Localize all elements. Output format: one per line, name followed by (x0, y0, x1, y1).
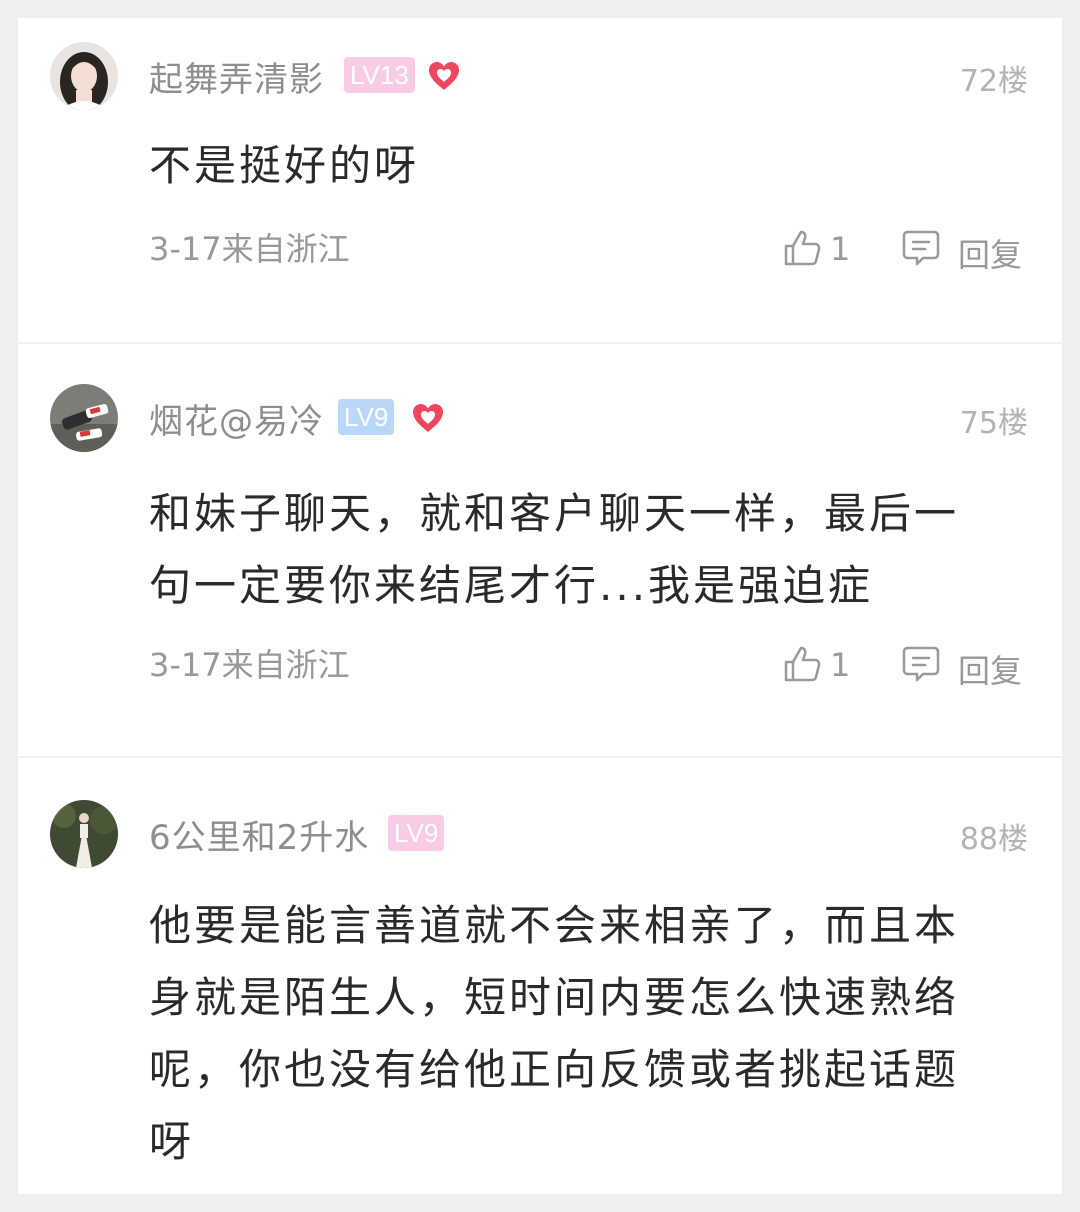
avatar[interactable] (50, 384, 118, 452)
floor-number: 88楼 (959, 822, 1028, 857)
level-badge: LV9 (338, 399, 395, 435)
like-count: 1 (830, 230, 851, 268)
floor-number: 75楼 (959, 406, 1028, 441)
username[interactable]: 烟花@易冷 (149, 394, 324, 443)
level-badge: LV13 (344, 57, 415, 93)
username[interactable]: 起舞弄清影 (149, 52, 324, 101)
avatar[interactable] (50, 42, 118, 110)
like-count: 1 (830, 646, 851, 684)
comment-text: 他要是能言善道就不会来相亲了，而且本身就是陌生人，短时间内要怎么快速熟络呢，你也… (149, 901, 960, 1166)
comment-item: 烟花@易冷 LV9 75楼 和妹子聊天，就和客户聊天一样，最后一句一定要你来结尾… (18, 344, 1062, 756)
like-icon[interactable] (782, 644, 822, 684)
username[interactable]: 6公里和2升水 (149, 810, 369, 859)
comment-item: 6公里和2升水 LV9 88楼 他要是能言善道就不会来相亲了，而且本身就是陌生人… (18, 758, 1062, 1194)
level-badge: LV9 (388, 815, 445, 851)
like-icon[interactable] (782, 228, 822, 268)
comment-text: 不是挺好的呀 (149, 141, 420, 190)
comment-meta: 3-17来自浙江 (149, 646, 350, 684)
reply-button[interactable]: 回复 (958, 646, 1022, 692)
avatar[interactable] (50, 800, 118, 868)
reply-button[interactable]: 回复 (958, 230, 1022, 276)
comment-list: 起舞弄清影 LV13 72楼 不是挺好的呀 3-17来自浙江 1 回复 烟花@易… (18, 18, 1062, 1194)
heart-icon (413, 404, 443, 432)
comment-meta: 3-17来自浙江 (149, 230, 350, 268)
comment-item: 起舞弄清影 LV13 72楼 不是挺好的呀 3-17来自浙江 1 回复 (18, 18, 1062, 342)
reply-icon[interactable] (901, 644, 941, 684)
comment-text: 和妹子聊天，就和客户聊天一样，最后一句一定要你来结尾才行...我是强迫症 (149, 489, 960, 610)
reply-icon[interactable] (901, 228, 941, 268)
floor-number: 72楼 (959, 64, 1028, 99)
heart-icon (429, 62, 459, 90)
